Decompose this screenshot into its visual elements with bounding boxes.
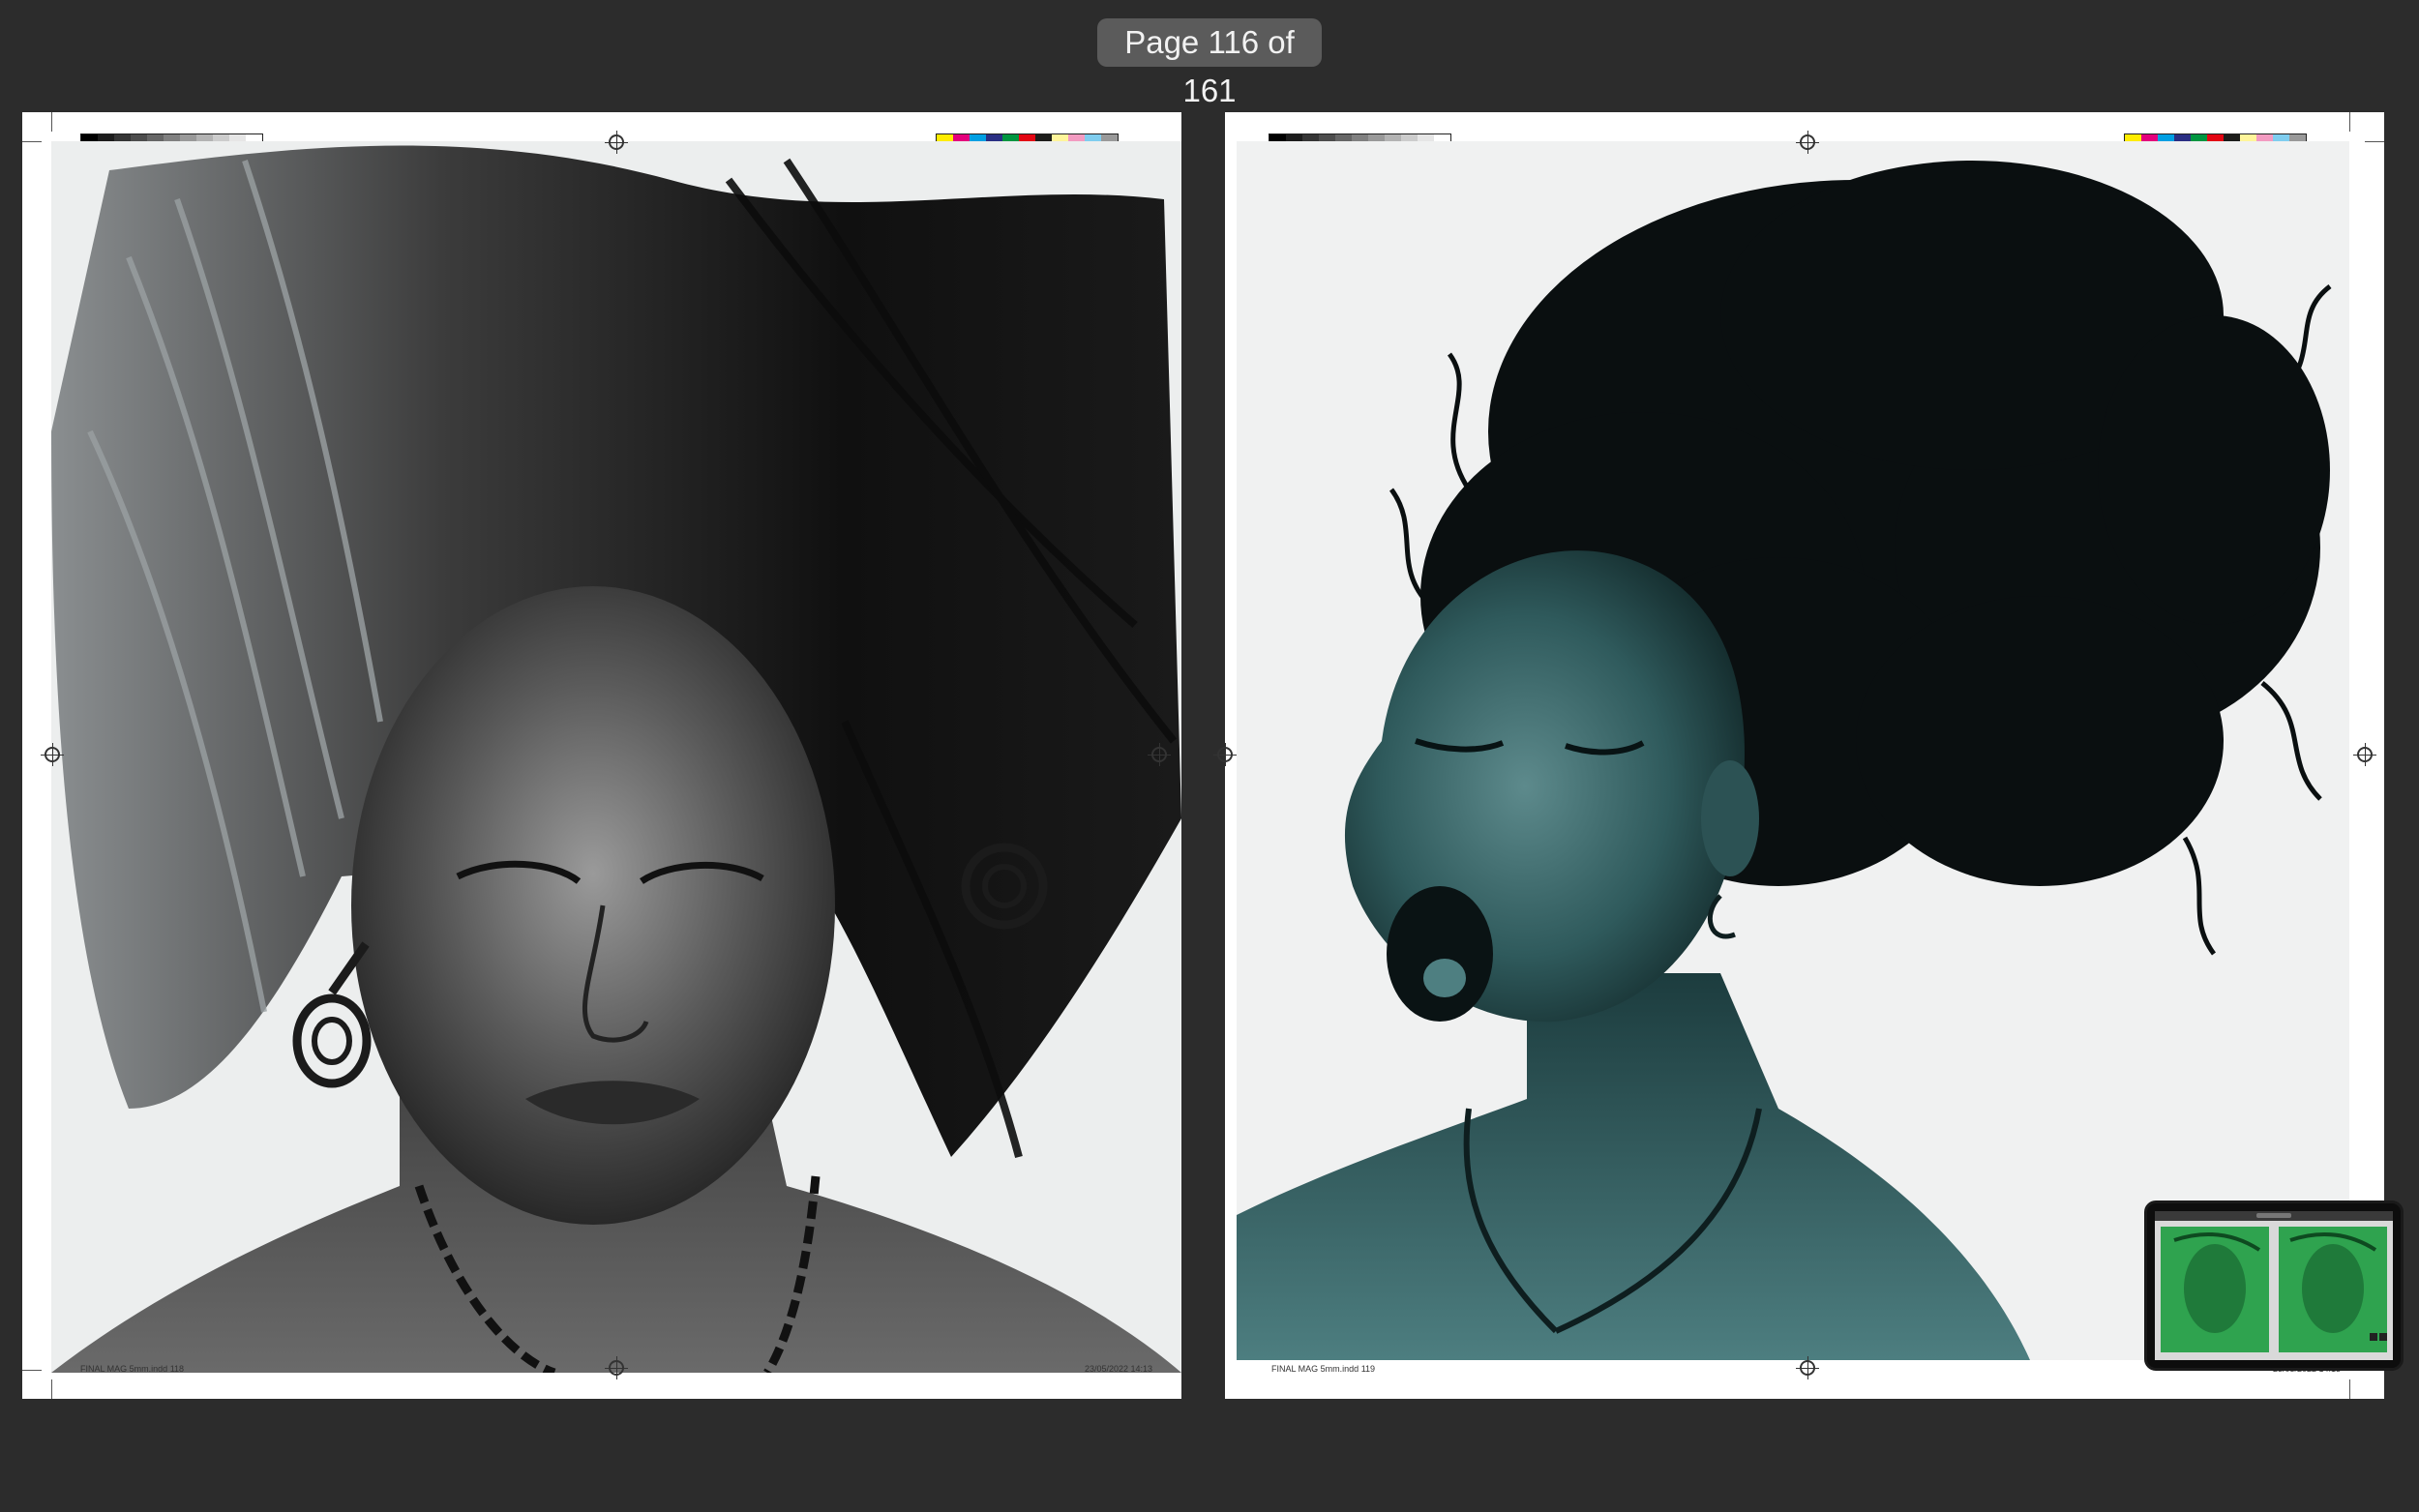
- crop-mark: [22, 1370, 42, 1371]
- crop-mark: [22, 141, 42, 142]
- right-page-footer-filename: FINAL MAG 5mm.indd 119: [1271, 1364, 1376, 1374]
- registration-mark: [41, 743, 64, 766]
- crop-mark: [2349, 112, 2350, 132]
- registration-mark: [1796, 131, 1819, 154]
- registration-mark: [2353, 743, 2376, 766]
- portrait-screaming-curly-hair-image: [1237, 141, 2349, 1360]
- crop-mark: [51, 112, 52, 132]
- crop-mark: [2349, 1379, 2350, 1399]
- thumbnail-content: [2155, 1211, 2393, 1360]
- left-page: FINAL MAG 5mm.indd 118 23/05/2022 14:13: [22, 112, 1181, 1399]
- registration-mark: [605, 1356, 628, 1379]
- registration-mark: [1796, 1356, 1819, 1379]
- preview-thumbnail[interactable]: [2144, 1201, 2404, 1371]
- thumbnail-green-spread-image: [2155, 1211, 2393, 1360]
- page-indicator: Page 116 of 161: [1097, 18, 1322, 108]
- registration-mark: [1148, 743, 1171, 766]
- left-page-footer-timestamp: 23/05/2022 14:13: [1085, 1364, 1153, 1374]
- right-photo: [1237, 141, 2349, 1360]
- portrait-flying-hair-image: [51, 141, 1181, 1373]
- registration-mark: [605, 131, 628, 154]
- crop-mark: [51, 1379, 52, 1399]
- crop-mark: [2365, 141, 2384, 142]
- left-page-footer-filename: FINAL MAG 5mm.indd 118: [80, 1364, 185, 1374]
- registration-mark: [1213, 743, 1237, 766]
- left-photo: [51, 141, 1181, 1373]
